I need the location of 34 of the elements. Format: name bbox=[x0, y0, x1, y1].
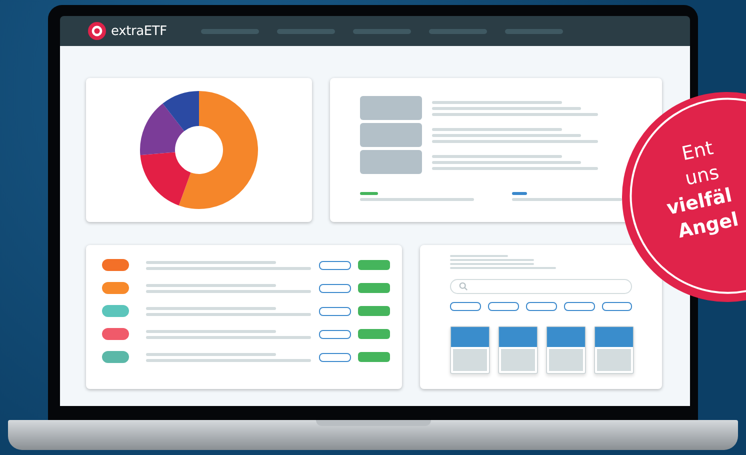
brand-name: extraETF bbox=[111, 24, 167, 38]
filter-chip-placeholder bbox=[526, 302, 557, 311]
product-tile bbox=[594, 326, 634, 374]
search-icon bbox=[459, 282, 468, 291]
outline-button-placeholder bbox=[319, 284, 351, 292]
filter-chip-placeholder bbox=[450, 302, 481, 311]
accent-line bbox=[360, 192, 378, 195]
action-button-placeholder bbox=[358, 352, 390, 362]
badge-text: Ent bbox=[680, 136, 716, 168]
product-tile bbox=[450, 326, 490, 374]
accent-line bbox=[512, 192, 527, 195]
outline-button-placeholder bbox=[319, 306, 351, 316]
action-button-placeholder bbox=[358, 306, 390, 316]
outline-button-placeholder bbox=[319, 352, 351, 362]
action-button-placeholder bbox=[358, 329, 390, 339]
logo-icon bbox=[88, 22, 106, 40]
nav-placeholder bbox=[428, 28, 487, 34]
action-button-placeholder bbox=[358, 283, 390, 293]
thumbnail-placeholder bbox=[360, 96, 422, 120]
filter-chip-placeholder bbox=[564, 302, 595, 311]
nav-placeholder bbox=[276, 28, 335, 34]
outline-button-placeholder bbox=[319, 330, 351, 338]
nav-placeholder bbox=[504, 28, 563, 34]
product-tile bbox=[546, 326, 586, 374]
thumbnail-placeholder bbox=[360, 150, 422, 174]
placeholder-line bbox=[450, 255, 508, 257]
filter-chip-placeholder bbox=[602, 302, 632, 311]
nav-placeholder bbox=[200, 28, 259, 34]
outline-button-placeholder bbox=[319, 260, 351, 270]
thumbnail-placeholder bbox=[360, 123, 422, 147]
product-tile bbox=[498, 326, 538, 374]
nav-placeholder bbox=[352, 28, 411, 34]
action-button-placeholder bbox=[358, 260, 390, 270]
filter-chip-placeholder bbox=[488, 302, 519, 311]
